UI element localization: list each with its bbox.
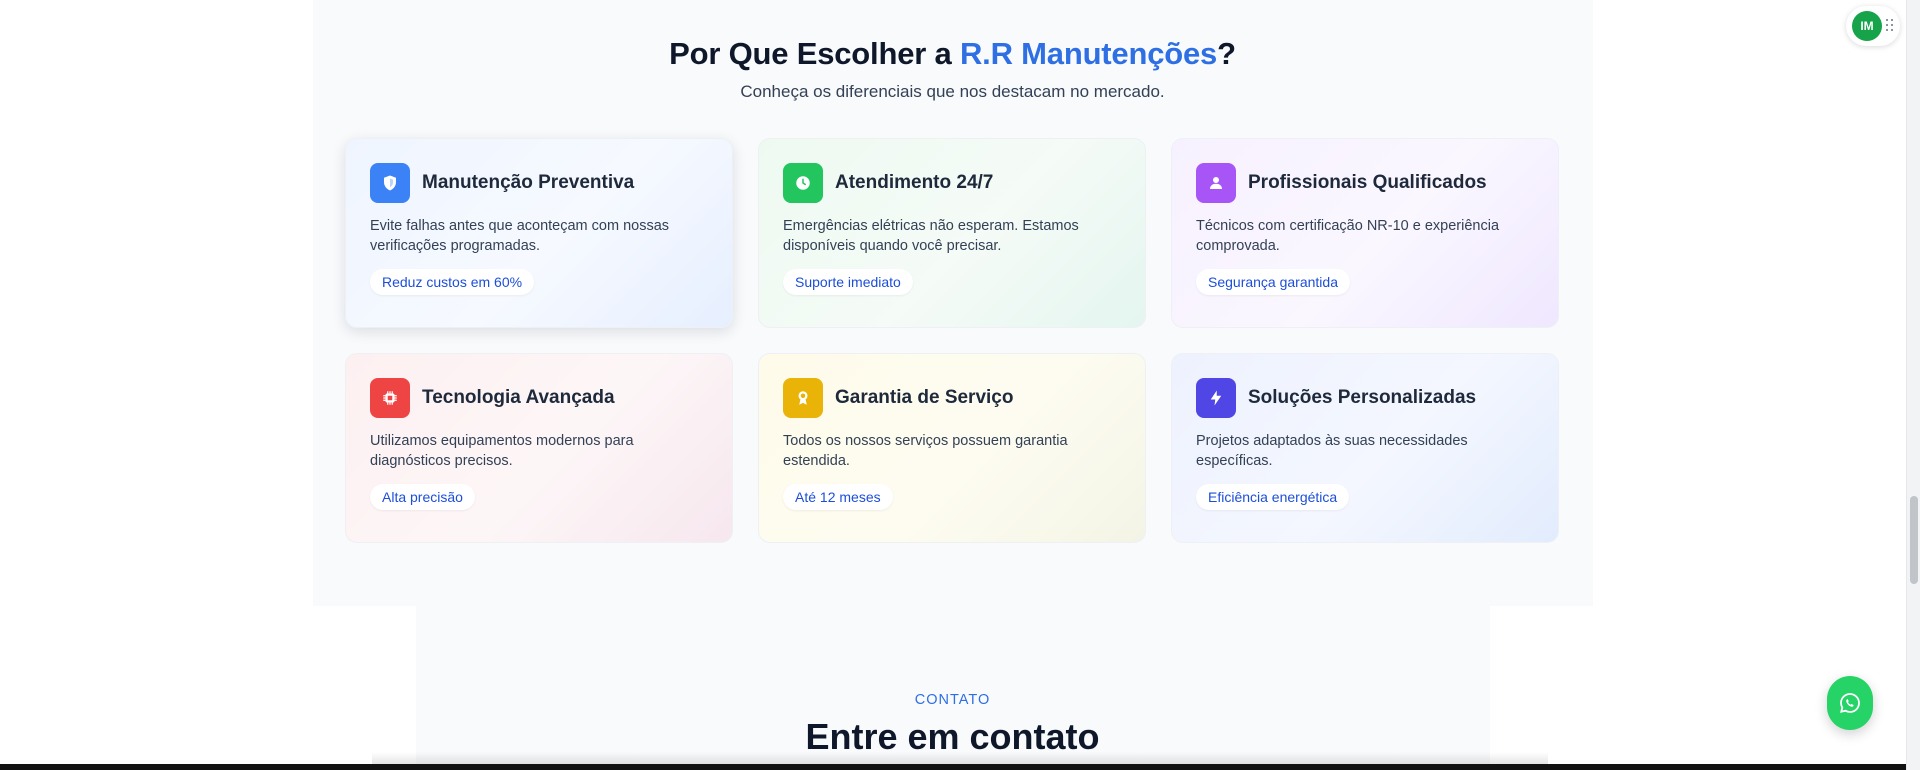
feature-badge: Eficiência energética <box>1196 484 1350 510</box>
extension-avatar[interactable]: IM <box>1852 11 1882 41</box>
feature-card-profissionais: Profissionais Qualificados Técnicos com … <box>1171 138 1559 328</box>
contact-eyebrow: CONTATO <box>914 692 991 708</box>
feature-title: Atendimento 24/7 <box>835 172 994 193</box>
shield-icon <box>370 163 410 203</box>
contact-form-shadow <box>372 752 1548 764</box>
section-title-brand: R.R Manutenções <box>959 36 1218 71</box>
feature-card-manutencao-preventiva: Manutenção Preventiva Evite falhas antes… <box>345 138 733 328</box>
cpu-icon <box>370 378 410 418</box>
feature-card-solucoes: Soluções Personalizadas Projetos adaptad… <box>1171 353 1559 543</box>
lightning-icon <box>1196 378 1236 418</box>
feature-badge: Segurança garantida <box>1196 269 1350 295</box>
section-title-prefix: Por Que Escolher a <box>669 36 960 71</box>
scrollbar-thumb[interactable] <box>1910 496 1918 584</box>
clock-icon <box>783 163 823 203</box>
features-header: Por Que Escolher a R.R Manutenções? Conh… <box>0 36 1905 102</box>
feature-badge: Reduz custos em 60% <box>370 269 535 295</box>
whatsapp-button[interactable] <box>1827 676 1873 730</box>
section-title: Por Que Escolher a R.R Manutenções? <box>0 36 1905 72</box>
feature-card-tecnologia: Tecnologia Avançada Utilizamos equipamen… <box>345 353 733 543</box>
feature-title: Manutenção Preventiva <box>422 172 635 193</box>
section-title-suffix: ? <box>1217 36 1236 71</box>
features-grid: Manutenção Preventiva Evite falhas antes… <box>345 138 1561 543</box>
feature-title: Tecnologia Avançada <box>422 387 615 408</box>
feature-card-garantia: Garantia de Serviço Todos os nossos serv… <box>758 353 1146 543</box>
window-bottom-edge <box>0 764 1920 770</box>
feature-title: Profissionais Qualificados <box>1248 172 1487 193</box>
feature-description: Todos os nossos serviços possuem garanti… <box>783 433 1068 469</box>
feature-description: Projetos adaptados às suas necessidades … <box>1196 433 1468 469</box>
feature-description: Evite falhas antes que aconteçam com nos… <box>370 218 670 254</box>
feature-badge: Até 12 meses <box>783 484 893 510</box>
feature-description: Emergências elétricas não esperam. Estam… <box>783 218 1079 254</box>
feature-description: Utilizamos equipamentos modernos para di… <box>370 433 634 469</box>
feature-description: Técnicos com certificação NR-10 e experi… <box>1196 218 1500 254</box>
user-icon <box>1196 163 1236 203</box>
feature-title: Soluções Personalizadas <box>1248 387 1477 408</box>
award-icon <box>783 378 823 418</box>
page-scrollbar[interactable] <box>1906 0 1920 770</box>
feature-badge: Alta precisão <box>370 484 475 510</box>
feature-title: Garantia de Serviço <box>835 387 1014 408</box>
feature-card-atendimento: Atendimento 24/7 Emergências elétricas n… <box>758 138 1146 328</box>
extension-widget[interactable]: IM <box>1846 6 1900 46</box>
feature-badge: Suporte imediato <box>783 269 913 295</box>
whatsapp-icon <box>1840 693 1860 713</box>
section-subtitle: Conheça os diferenciais que nos destacam… <box>740 82 1165 101</box>
drag-handle-icon[interactable] <box>1886 19 1894 33</box>
